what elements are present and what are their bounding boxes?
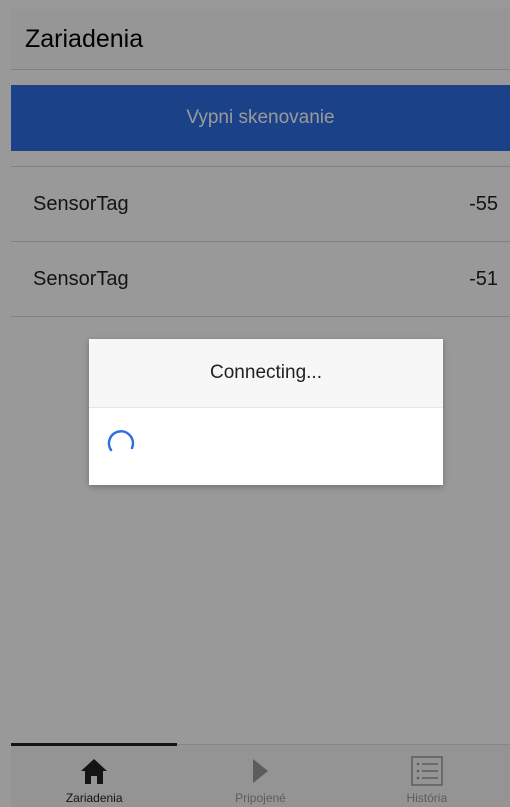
connecting-dialog: Connecting... [89, 339, 443, 485]
loading-spinner-icon [105, 426, 137, 463]
dialog-body [89, 408, 443, 485]
dialog-title: Connecting... [89, 339, 443, 408]
